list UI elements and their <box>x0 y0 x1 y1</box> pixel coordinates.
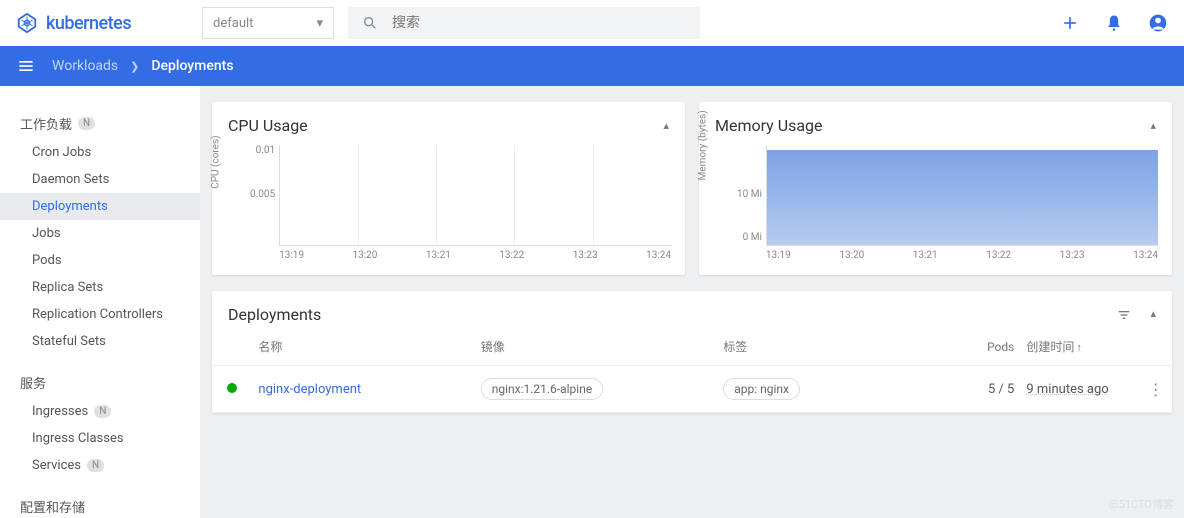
namespace-select[interactable]: default ▾ <box>202 7 334 39</box>
chevron-right-icon: ❯ <box>130 60 139 73</box>
col-name[interactable]: 名称 <box>252 328 474 366</box>
collapse-icon[interactable]: ▴ <box>1150 307 1156 323</box>
top-bar: kubernetes default ▾ <box>0 0 1184 46</box>
sidebar-head-config[interactable]: 配置和存储 <box>0 491 200 518</box>
sidebar-item-deployments[interactable]: Deployments <box>0 193 200 220</box>
sidebar-item-ingresses[interactable]: IngressesN <box>0 398 200 425</box>
search-box[interactable] <box>348 7 700 39</box>
bell-icon[interactable] <box>1104 13 1124 33</box>
sidebar-head-workloads[interactable]: 工作负载N <box>0 108 200 139</box>
memory-x-axis: 13:19 13:20 13:21 13:22 13:23 13:24 <box>766 246 1158 261</box>
top-icons <box>1060 13 1168 33</box>
search-icon <box>362 15 378 31</box>
sidebar-item-jobs[interactable]: Jobs <box>0 220 200 247</box>
namespace-selected-value: default <box>213 16 253 31</box>
watermark: @51CTO博客 <box>1109 496 1174 512</box>
cpu-usage-card: CPU Usage ▴ CPU (cores) 0.01 0.005 <box>212 102 685 275</box>
namespace-badge: N <box>78 117 95 130</box>
col-created[interactable]: 创建时间↑ <box>1020 328 1141 366</box>
status-ok-icon <box>227 383 237 393</box>
header-bar: Workloads ❯ Deployments <box>0 46 1184 86</box>
deployments-title: Deployments <box>228 305 321 324</box>
search-input[interactable] <box>392 15 686 31</box>
kubernetes-logo-icon <box>16 12 38 34</box>
memory-ylabel: Memory (bytes) <box>698 110 709 180</box>
memory-plot <box>766 145 1158 246</box>
image-chip: nginx:1.21.6-alpine <box>481 378 603 400</box>
sidebar-item-services[interactable]: ServicesN <box>0 452 200 479</box>
menu-icon[interactable] <box>16 56 36 76</box>
logo[interactable]: kubernetes <box>16 12 202 34</box>
cpu-plot <box>279 145 671 246</box>
breadcrumb-current: Deployments <box>151 58 233 74</box>
collapse-icon[interactable]: ▴ <box>1150 119 1156 132</box>
col-pods[interactable]: Pods <box>940 328 1021 366</box>
sidebar-item-statefulsets[interactable]: Stateful Sets <box>0 328 200 355</box>
sidebar-item-cronjobs[interactable]: Cron Jobs <box>0 139 200 166</box>
sidebar-item-replicasets[interactable]: Replica Sets <box>0 274 200 301</box>
col-labels[interactable]: 标签 <box>717 328 939 366</box>
table-row[interactable]: nginx-deployment nginx:1.21.6-alpine app… <box>212 366 1172 413</box>
label-chip: app: nginx <box>723 378 800 400</box>
main-content: CPU Usage ▴ CPU (cores) 0.01 0.005 <box>200 86 1184 518</box>
logo-text: kubernetes <box>46 13 131 34</box>
sidebar-item-replicationcontrollers[interactable]: Replication Controllers <box>0 301 200 328</box>
cpu-x-axis: 13:19 13:20 13:21 13:22 13:23 13:24 <box>279 246 671 261</box>
created-time: 9 minutes ago <box>1026 382 1108 397</box>
sidebar-item-ingressclasses[interactable]: Ingress Classes <box>0 425 200 452</box>
cpu-ylabel: CPU (cores) <box>211 135 222 188</box>
add-icon[interactable] <box>1060 13 1080 33</box>
breadcrumb: Workloads ❯ Deployments <box>52 58 234 74</box>
memory-y-axis: 10 Mi 0 Mi <box>713 145 766 261</box>
deployments-table: 名称 镜像 标签 Pods 创建时间↑ nginx-deployment ngi… <box>212 328 1172 413</box>
breadcrumb-root[interactable]: Workloads <box>52 58 118 74</box>
cpu-y-axis: 0.01 0.005 <box>226 145 279 261</box>
chevron-down-icon: ▾ <box>316 16 323 31</box>
collapse-icon[interactable]: ▴ <box>663 119 669 132</box>
memory-usage-card: Memory Usage ▴ Memory (bytes) 10 Mi 0 Mi <box>699 102 1172 275</box>
more-actions-icon[interactable]: ⋮ <box>1148 380 1164 399</box>
sort-asc-icon: ↑ <box>1076 341 1082 354</box>
user-icon[interactable] <box>1148 13 1168 33</box>
sidebar: 工作负载N Cron Jobs Daemon Sets Deployments … <box>0 86 200 518</box>
cpu-card-title: CPU Usage <box>228 116 308 135</box>
sidebar-item-daemonsets[interactable]: Daemon Sets <box>0 166 200 193</box>
sidebar-item-pods[interactable]: Pods <box>0 247 200 274</box>
sidebar-head-services[interactable]: 服务 <box>0 367 200 398</box>
deployments-card: Deployments ▴ 名称 镜像 标签 Pods 创建时间↑ <box>212 291 1172 413</box>
col-image[interactable]: 镜像 <box>475 328 718 366</box>
filter-icon[interactable] <box>1116 307 1132 323</box>
memory-card-title: Memory Usage <box>715 116 823 135</box>
deployment-name-link[interactable]: nginx-deployment <box>258 382 361 397</box>
pods-count: 5 / 5 <box>940 366 1021 413</box>
